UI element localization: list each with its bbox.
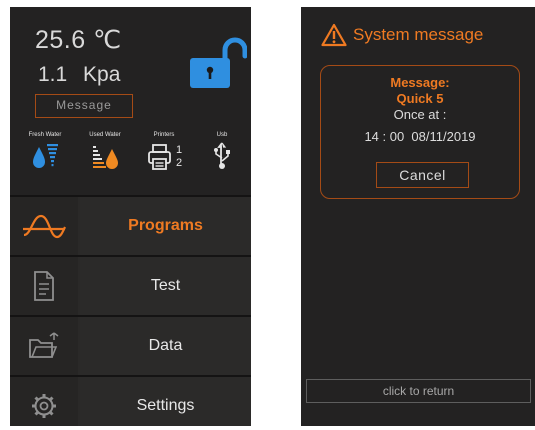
printers-label: Printers (153, 132, 175, 138)
message-field[interactable]: Message (35, 94, 133, 118)
system-message-screen: System message Message: Quick 5 Once at … (301, 7, 535, 426)
fresh-water-icon (33, 144, 58, 168)
used-water-icon (93, 146, 118, 169)
wave-icon (23, 214, 66, 239)
dialog-message-name: Quick 5 (396, 91, 444, 106)
fresh-water-indicator: Fresh Water (28, 131, 62, 171)
message-dialog: Message: Quick 5 Once at : 14 : 00 08/11… (320, 65, 520, 199)
menu-label-programs: Programs (80, 197, 251, 255)
usb-icon (214, 142, 230, 169)
fresh-water-label: Fresh Water (28, 132, 62, 138)
dialog-datetime: 14 : 00 08/11/2019 (364, 129, 476, 144)
menu-item-programs[interactable]: Programs (10, 197, 251, 255)
pressure-readout: 1.1 Kpa (38, 63, 121, 86)
status-panel: 25.6 ℃ 1.1 Kpa Message Fresh Water Used … (10, 7, 251, 195)
usb-indicator: Usb (209, 131, 235, 171)
menu-icon-cell (10, 317, 78, 375)
menu-item-data[interactable]: Data (10, 317, 251, 375)
system-message-header: System message (321, 23, 483, 47)
document-icon (34, 271, 54, 301)
return-button[interactable]: click to return (306, 379, 531, 403)
warning-icon (321, 23, 347, 47)
main-screen: 25.6 ℃ 1.1 Kpa Message Fresh Water Used … (10, 7, 251, 426)
dialog-frequency: Once at : (393, 107, 447, 122)
used-water-indicator: Used Water (88, 131, 122, 171)
used-water-label: Used Water (89, 132, 121, 138)
dialog-heading: Message: (390, 75, 450, 90)
cancel-button[interactable]: Cancel (376, 162, 469, 188)
usb-label: Usb (216, 132, 228, 138)
printer-2-number: 2 (176, 157, 183, 169)
printer-1-number: 1 (176, 144, 183, 156)
menu-icon-cell (10, 197, 78, 255)
folder-icon (29, 332, 59, 358)
printer-icon (148, 144, 171, 170)
gear-icon (32, 394, 56, 418)
menu-item-test[interactable]: Test (10, 257, 251, 315)
menu-label-settings: Settings (80, 377, 251, 426)
menu-label-data: Data (80, 317, 251, 375)
menu-item-settings[interactable]: Settings (10, 377, 251, 426)
printers-indicator: Printers 1 2 (147, 131, 183, 171)
system-message-title: System message (353, 25, 484, 44)
unlocked-padlock-icon[interactable] (187, 34, 247, 90)
temperature-readout: 25.6 ℃ (35, 26, 122, 54)
menu-label-test: Test (80, 257, 251, 315)
menu-icon-cell (10, 257, 78, 315)
menu-icon-cell (10, 377, 78, 426)
